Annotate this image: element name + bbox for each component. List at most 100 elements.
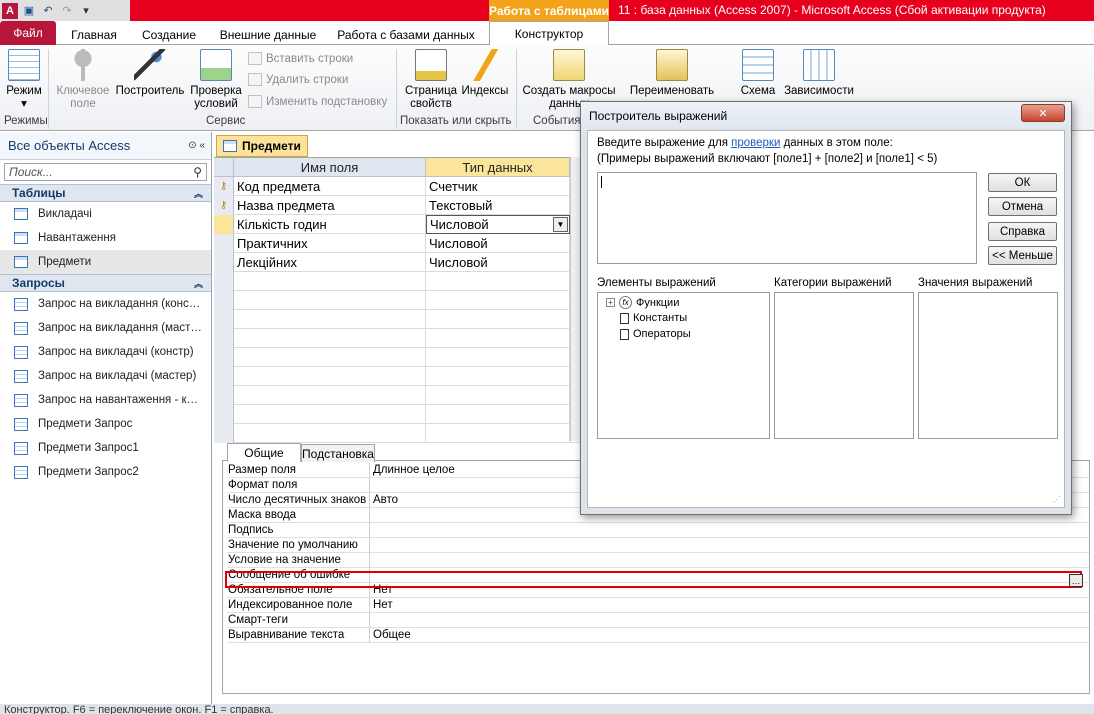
table-row[interactable] (214, 329, 584, 348)
redo-icon[interactable]: ↷ (59, 3, 75, 19)
table-row[interactable]: ⚷ Назва предмета Текстовый (214, 196, 584, 215)
access-app-icon[interactable]: A (2, 2, 18, 19)
table-row[interactable] (214, 310, 584, 329)
key-icon (67, 49, 99, 81)
nav-section-tables[interactable]: Таблицы ︽ (0, 184, 211, 202)
row-selector[interactable] (214, 253, 234, 272)
check-conditions-button[interactable]: Проверка условий (188, 49, 244, 111)
tab-home[interactable]: Главная (66, 24, 122, 45)
table-row[interactable] (214, 405, 584, 424)
nav-query-item[interactable]: Запрос на викладачі (мастер) (0, 364, 211, 388)
ok-button[interactable]: ОК (988, 173, 1057, 192)
tab-database-tools[interactable]: Работа с базами данных (330, 24, 482, 45)
cancel-button[interactable]: Отмена (988, 197, 1057, 216)
nav-query-item[interactable]: Запрос на викладачі (констр) (0, 340, 211, 364)
save-icon[interactable]: ▣ (21, 3, 37, 19)
values-list[interactable] (918, 292, 1058, 439)
nav-toggle-icon[interactable]: ⊙ « (188, 140, 205, 151)
property-row[interactable]: Выравнивание текста Общее (227, 627, 1089, 643)
property-sheet-icon (415, 49, 447, 81)
table-row[interactable]: Кількість годин Числовой ▼ (214, 215, 584, 234)
document-tab[interactable]: Предмети (216, 135, 308, 157)
nav-header[interactable]: Все объекты Access ⊙ « (0, 132, 211, 160)
expression-builder-ellipsis-button[interactable]: … (1069, 574, 1083, 587)
table-row[interactable] (214, 272, 584, 291)
table-row[interactable] (214, 424, 584, 443)
elements-tree[interactable]: + fx Функции Константы Операторы (597, 292, 770, 439)
table-row[interactable]: ⚷ Код предмета Счетчик (214, 177, 584, 196)
table-row[interactable] (214, 386, 584, 405)
indexes-button[interactable]: Индексы (460, 49, 510, 98)
tab-design[interactable]: Конструктор (489, 21, 609, 46)
dependencies-button[interactable]: Зависимости (782, 49, 856, 98)
tree-item-operators[interactable]: Операторы (620, 328, 691, 340)
rename-button[interactable]: Переименовать (624, 49, 720, 98)
categories-list[interactable] (774, 292, 914, 439)
table-row[interactable]: Лекційних Числовой (214, 253, 584, 272)
tab-create[interactable]: Создание (134, 24, 204, 45)
property-row[interactable]: Подпись (227, 522, 1089, 538)
nav-query-item[interactable]: Предмети Запрос1 (0, 436, 211, 460)
table-icon (14, 208, 28, 220)
table-row[interactable] (214, 348, 584, 367)
property-row[interactable]: Индексированное поле Нет (227, 597, 1089, 613)
query-icon (14, 369, 28, 383)
nav-section-queries[interactable]: Запросы ︽ (0, 274, 211, 292)
customize-toolbar-icon[interactable]: ▾ (78, 3, 94, 19)
row-selector[interactable] (214, 234, 234, 253)
chevron-down-icon[interactable]: ▼ (553, 217, 568, 232)
ribbon-tabs: Файл Главная Создание Внешние данные Раб… (0, 21, 1094, 46)
resize-grip-icon[interactable]: ⋰ (1053, 495, 1061, 504)
query-icon (14, 417, 28, 431)
property-row-validation-rule[interactable]: Условие на значение (227, 552, 1089, 568)
status-bar: Конструктор. F6 = переключение окон. F1 … (0, 704, 1094, 714)
validation-link[interactable]: проверки (731, 137, 780, 149)
column-header-field-name[interactable]: Имя поля (234, 158, 426, 177)
nav-table-item[interactable]: Предмети (0, 250, 211, 274)
nav-query-item[interactable]: Запрос на навантаження - к… (0, 388, 211, 412)
mode-button[interactable]: Режим ▾ (4, 49, 44, 111)
schema-button[interactable]: Схема (736, 49, 780, 98)
builder-button[interactable]: Построитель (114, 49, 186, 98)
table-row[interactable]: Практичних Числовой (214, 234, 584, 253)
delete-rows-button[interactable]: Удалить строки (248, 73, 348, 86)
table-row[interactable] (214, 367, 584, 386)
property-sheet-button[interactable]: Страница свойств (402, 49, 460, 111)
tab-external-data[interactable]: Внешние данные (214, 24, 322, 45)
nav-query-item[interactable]: Запрос на викладання (маст… (0, 316, 211, 340)
dialog-title: Построитель выражений (581, 102, 1071, 130)
tree-item-constants[interactable]: Константы (620, 312, 687, 324)
tab-file[interactable]: Файл (0, 21, 56, 45)
group-label-service: Сервис (206, 115, 246, 127)
help-button[interactable]: Справка (988, 222, 1057, 241)
insert-rows-button[interactable]: Вставить строки (248, 52, 353, 65)
data-type-select[interactable]: Числовой ▼ (426, 215, 570, 234)
table-row[interactable] (214, 291, 584, 310)
tab-lookup[interactable]: Подстановка (301, 444, 375, 462)
change-lookup-button[interactable]: Изменить подстановку (248, 95, 387, 108)
nav-search-input[interactable]: Поиск... ⚲ (4, 163, 207, 181)
column-header-data-type[interactable]: Тип данных (426, 158, 570, 177)
less-button[interactable]: << Меньше (988, 246, 1057, 265)
property-row[interactable]: Смарт-теги (227, 612, 1089, 628)
nav-query-item[interactable]: Предмети Запрос2 (0, 460, 211, 484)
expression-input[interactable] (597, 172, 977, 264)
values-label: Значения выражений (918, 277, 1033, 289)
key-field-button[interactable]: Ключевое поле (52, 49, 114, 111)
nav-query-item[interactable]: Запрос на викладання (конс… (0, 292, 211, 316)
row-selector[interactable] (214, 215, 234, 234)
nav-query-item[interactable]: Предмети Запрос (0, 412, 211, 436)
dialog-examples: (Примеры выражений включают [поле1] + [п… (597, 153, 938, 165)
property-row[interactable]: Значение по умолчанию (227, 537, 1089, 553)
query-icon (14, 465, 28, 479)
macro-icon (553, 49, 585, 81)
expand-icon[interactable]: + (606, 298, 615, 307)
tree-item-functions[interactable]: + fx Функции (606, 296, 679, 309)
nav-table-item[interactable]: Навантаження (0, 226, 211, 250)
undo-icon[interactable]: ↶ (40, 3, 56, 19)
tab-general[interactable]: Общие (227, 443, 301, 462)
nav-table-item[interactable]: Викладачі (0, 202, 211, 226)
close-icon[interactable]: ✕ (1021, 104, 1065, 122)
dependencies-icon (803, 49, 835, 81)
categories-label: Категории выражений (774, 277, 892, 289)
